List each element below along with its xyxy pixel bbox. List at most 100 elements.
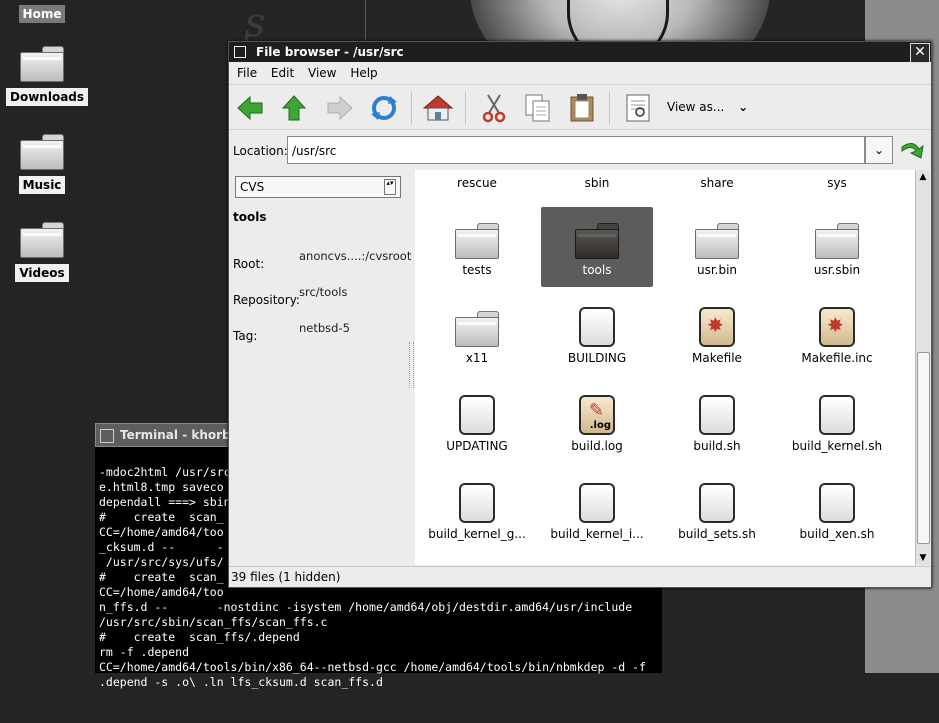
view-icon-button[interactable] [621, 92, 655, 124]
reload-button[interactable] [367, 92, 401, 124]
file-browser-window[interactable]: File browser - /usr/src ✕ File Edit View… [228, 41, 932, 588]
desktop-icon-music[interactable]: Music [6, 134, 78, 194]
desktop-icon-downloads[interactable]: Downloads [6, 46, 89, 106]
copy-icon [525, 94, 550, 122]
side-panel-selector[interactable]: CVS ▴▾ [235, 176, 401, 198]
folder-item[interactable]: rescue [421, 170, 533, 190]
vertical-scrollbar[interactable]: ▲ ▼ [915, 170, 930, 565]
item-label: x11 [465, 351, 489, 365]
file-item[interactable]: ✸ Makefile [661, 295, 773, 375]
location-input[interactable]: /usr/src [287, 136, 865, 164]
folder-icon [20, 46, 64, 82]
toolbar-separator [465, 91, 466, 125]
item-label: build_kernel_i... [550, 527, 644, 541]
side-panel-selector-value: CVS [240, 180, 265, 194]
item-label: UPDATING [446, 439, 508, 453]
file-item[interactable]: BUILDING [541, 295, 653, 375]
window-menu-icon[interactable] [234, 46, 246, 58]
spinner-arrows-icon: ▴▾ [384, 179, 396, 195]
cvs-repository-value: src/tools [299, 285, 348, 299]
file-item[interactable]: UPDATING [421, 383, 533, 463]
file-item[interactable]: build_kernel_i... [541, 471, 653, 551]
file-icon [541, 295, 653, 347]
folder-item[interactable]: usr.bin [661, 207, 773, 287]
item-label: usr.sbin [813, 263, 861, 277]
paste-button[interactable] [565, 92, 599, 124]
desktop-icon-label: Home [18, 5, 66, 23]
menu-bar: File Edit View Help [229, 62, 931, 85]
file-icon [661, 471, 773, 523]
folder-icon [541, 207, 653, 259]
reload-icon [371, 96, 397, 120]
file-item[interactable]: ✸ Makefile.inc [781, 295, 893, 375]
file-item[interactable]: build_kernel_g... [421, 471, 533, 551]
cvs-tag-value: netbsd-5 [299, 321, 350, 335]
item-label: rescue [457, 176, 497, 190]
document-view-icon [626, 94, 650, 122]
cvs-repository-label: Repository: [233, 293, 300, 307]
scroll-up-button[interactable]: ▲ [917, 171, 929, 183]
item-label: build.log [571, 439, 623, 453]
home-button[interactable] [421, 92, 455, 124]
file-item[interactable]: build_sets.sh [661, 471, 773, 551]
cvs-tag-label: Tag: [233, 329, 258, 343]
menu-edit[interactable]: Edit [271, 66, 294, 80]
file-item[interactable]: ✎ .log build.log [541, 383, 653, 463]
back-arrow-icon [237, 95, 263, 121]
file-icon [781, 471, 893, 523]
location-bar: Location: /usr/src ⌄ [229, 134, 931, 166]
up-arrow-icon [281, 95, 307, 121]
copy-button[interactable] [521, 92, 555, 124]
pane-splitter-handle[interactable] [409, 342, 414, 388]
desktop-icon-videos[interactable]: Videos [6, 222, 78, 282]
file-item[interactable]: build_kernel.sh [781, 383, 893, 463]
item-label: build.sh [693, 439, 741, 453]
folder-item[interactable]: tests [421, 207, 533, 287]
close-button[interactable]: ✕ [910, 43, 930, 63]
scrollbar-thumb[interactable] [917, 352, 930, 544]
file-icon [421, 383, 533, 435]
item-label: sys [827, 176, 847, 190]
desktop-icon-home[interactable]: Home [6, 5, 78, 23]
cut-button[interactable] [477, 92, 511, 124]
go-button[interactable] [899, 139, 925, 166]
up-button[interactable] [277, 92, 311, 124]
folder-item[interactable]: share [661, 170, 773, 190]
folder-item[interactable]: sbin [541, 170, 653, 190]
forward-button[interactable] [323, 92, 357, 124]
file-icon [661, 383, 773, 435]
item-label: share [700, 176, 734, 190]
file-icon [421, 471, 533, 523]
folder-item[interactable]: x11 [421, 295, 533, 375]
window-menu-icon[interactable] [100, 428, 114, 443]
item-label: build_kernel.sh [791, 439, 883, 453]
makefile-icon: ✸ [661, 295, 773, 347]
wallpaper-glyph: ʂ [244, 0, 265, 46]
scroll-down-button[interactable]: ▼ [917, 552, 929, 564]
location-history-dropdown[interactable]: ⌄ [865, 136, 893, 164]
back-button[interactable] [233, 92, 267, 124]
file-grid[interactable]: rescue sbin share sys tests tools usr.bin usr.s… [415, 170, 915, 565]
file-item[interactable]: build.sh [661, 383, 773, 463]
item-label: tests [462, 263, 492, 277]
folder-item[interactable]: sys [781, 170, 893, 190]
folder-item[interactable]: usr.sbin [781, 207, 893, 287]
item-label: build_kernel_g... [428, 527, 526, 541]
view-as-dropdown[interactable]: View as... ⌄ [667, 100, 748, 114]
folder-icon [421, 295, 533, 347]
menu-file[interactable]: File [237, 66, 257, 80]
folder-icon [661, 207, 773, 259]
cvs-root-label: Root: [233, 257, 265, 271]
folder-item[interactable]: tools [541, 207, 653, 287]
folder-icon [20, 222, 64, 258]
menu-view[interactable]: View [308, 66, 336, 80]
item-label: BUILDING [567, 351, 627, 365]
go-arrow-icon [901, 143, 924, 159]
file-item[interactable]: build_xen.sh [781, 471, 893, 551]
menu-help[interactable]: Help [350, 66, 377, 80]
file-browser-titlebar[interactable]: File browser - /usr/src ✕ [229, 42, 931, 63]
item-label: usr.bin [696, 263, 738, 277]
item-label: Makefile [692, 351, 742, 365]
terminal-line: # create scan_ffs/.depend [99, 630, 300, 644]
folder-icon [781, 207, 893, 259]
